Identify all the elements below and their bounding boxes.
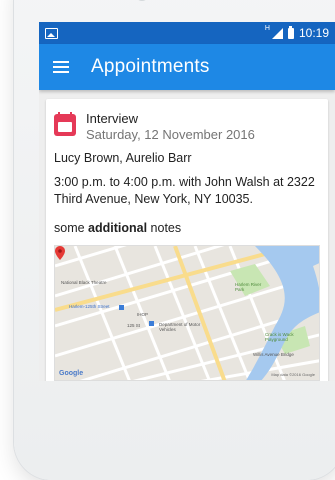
map-label-theatre: National Black Theatre (61, 279, 107, 285)
map-label-playground: Crack is Wack Playground (265, 331, 294, 342)
calendar-icon (54, 112, 76, 136)
signal-icon (271, 27, 283, 39)
status-time: 10:19 (298, 26, 329, 40)
appointment-time-location: 3:00 p.m. to 4:00 p.m. with John Walsh a… (54, 174, 320, 208)
time-location-line-2: Third Avenue, New York, NY 10035. (54, 192, 253, 207)
network-type-badge: H (264, 24, 270, 32)
hamburger-menu-icon[interactable] (53, 61, 69, 73)
device-screen: H 10:19 Appointments Interview Saturday,… (39, 22, 335, 381)
image-notification-icon (45, 27, 58, 39)
time-location-line-1: 3:00 p.m. to 4:00 p.m. with John Walsh a… (54, 175, 315, 190)
appointment-card[interactable]: Interview Saturday, 12 November 2016 Luc… (46, 99, 328, 381)
notes-suffix: notes (147, 220, 182, 235)
map-graphic (55, 245, 319, 380)
appointment-date: Saturday, 12 November 2016 (86, 126, 255, 142)
front-camera (135, 0, 149, 1)
status-bar: H 10:19 (39, 22, 335, 44)
appointment-title: Interview (86, 111, 139, 126)
google-logo: Google (59, 369, 84, 377)
map-label-park: Harlem River Park (235, 281, 262, 292)
notes-prefix: some (54, 220, 89, 235)
map-label-125st: 125 St (127, 322, 141, 328)
map-label-ihop: IHOP (137, 311, 149, 317)
map-pin-icon[interactable] (55, 245, 65, 260)
phone-frame: H 10:19 Appointments Interview Saturday,… (14, 0, 335, 480)
location-map[interactable]: National Black Theatre Harlem-125th Stre… (54, 244, 320, 381)
map-label-dmv: Department of Motor Vehicles (159, 321, 201, 332)
map-label-bridge: Willis Avenue Bridge (253, 351, 294, 357)
appointment-notes: some additional notes (54, 221, 320, 235)
app-title: Appointments (91, 56, 210, 77)
appointment-attendees: Lucy Brown, Aurelio Barr (54, 151, 192, 166)
app-bar: Appointments (39, 44, 335, 90)
appointment-header: Interview Saturday, 12 November 2016 (54, 111, 320, 142)
map-data-credit: Map data ©2016 Google (271, 371, 315, 377)
map-label-station: Harlem-125th Street (69, 303, 110, 309)
battery-icon (287, 25, 294, 39)
notes-bold-word: additional (88, 220, 148, 235)
